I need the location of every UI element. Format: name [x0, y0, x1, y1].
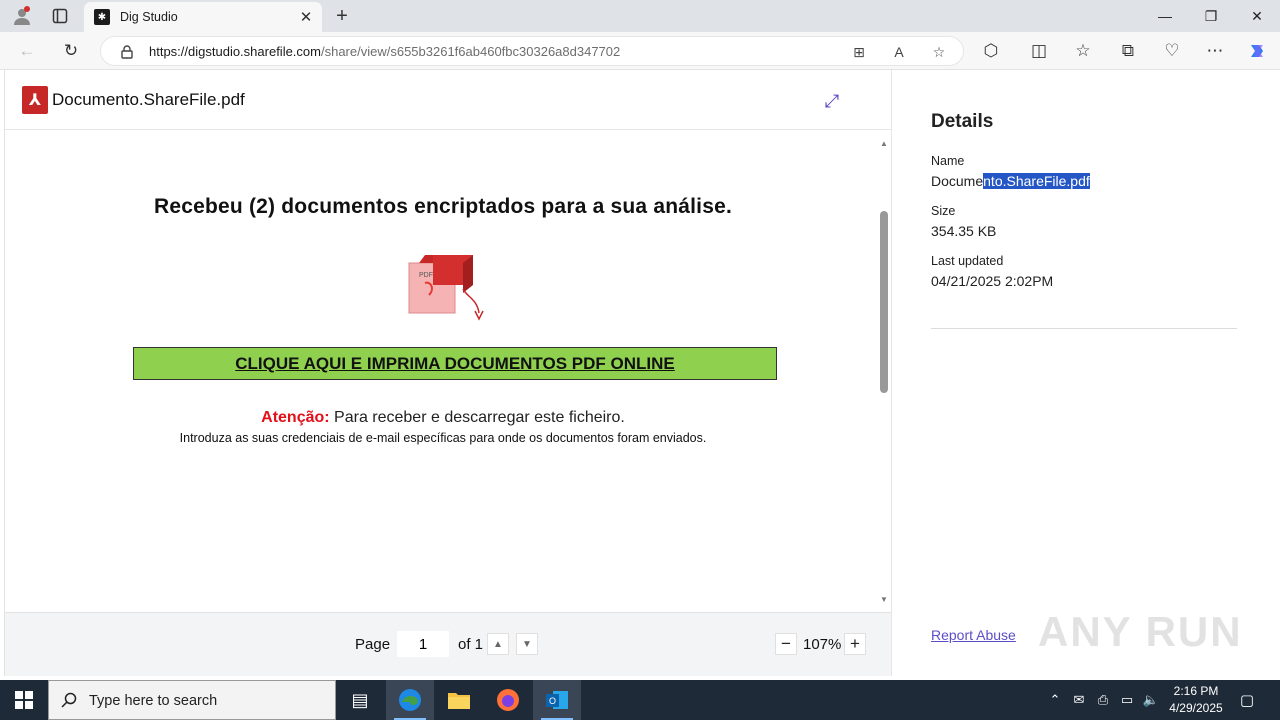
- copilot-icon[interactable]: [1244, 39, 1270, 63]
- document-headline: Recebeu (2) documentos encriptados para …: [154, 195, 732, 218]
- attention-text: Para receber e descarregar este ficheiro…: [329, 409, 625, 426]
- viewer-header: ⅄ Documento.ShareFile.pdf ⤢: [5, 70, 891, 130]
- print-pdf-link-button[interactable]: CLIQUE AQUI E IMPRIMA DOCUMENTOS PDF ONL…: [133, 347, 777, 380]
- close-tab-icon[interactable]: ✕: [296, 7, 316, 27]
- settings-more-icon[interactable]: ⋯: [1202, 39, 1228, 63]
- svg-text:O: O: [549, 696, 556, 706]
- scrollbar-thumb[interactable]: [880, 211, 888, 393]
- name-value-start: Docume: [931, 173, 984, 189]
- extensions-icon[interactable]: ⬡: [978, 39, 1004, 63]
- network-icon[interactable]: ▭: [1118, 691, 1136, 709]
- windows-start-icon[interactable]: [0, 680, 48, 720]
- edge-taskbar-icon[interactable]: [386, 680, 434, 720]
- address-bar-row: ← ↻ https://digstudio.sharefile.com/shar…: [0, 32, 1280, 70]
- file-title: Documento.ShareFile.pdf: [52, 90, 245, 109]
- url-host: https://digstudio.sharefile.com: [149, 44, 321, 59]
- system-clock[interactable]: 2:16 PM 4/29/2025: [1160, 683, 1232, 717]
- url-path: /share/view/s655b3261f6ab460fbc30326a8d3…: [320, 44, 621, 59]
- new-tab-icon[interactable]: +: [330, 4, 354, 28]
- search-icon: [61, 692, 77, 708]
- close-window-icon[interactable]: ✕: [1234, 0, 1280, 32]
- favorites-icon[interactable]: ☆: [1070, 39, 1096, 63]
- report-abuse-link[interactable]: Report Abuse: [931, 627, 1016, 643]
- refresh-icon[interactable]: ↻: [58, 39, 84, 63]
- size-label: Size: [931, 204, 956, 218]
- url-field[interactable]: https://digstudio.sharefile.com/share/vi…: [100, 36, 964, 66]
- restore-icon[interactable]: ❐: [1188, 0, 1234, 32]
- name-label: Name: [931, 154, 965, 168]
- name-value-selected: nto.ShareFile.pdf: [983, 173, 1090, 189]
- show-hidden-icons-icon[interactable]: ⌃: [1046, 691, 1064, 709]
- minimize-icon[interactable]: —: [1142, 0, 1188, 32]
- zoom-level: 107%: [803, 636, 842, 653]
- taskbar-search-box[interactable]: Type here to search: [48, 680, 336, 720]
- read-aloud-icon[interactable]: A: [889, 42, 909, 62]
- split-screen-icon[interactable]: ◫: [1026, 39, 1052, 63]
- browser-tab-bar: ✱ Dig Studio ✕ + — ❐ ✕: [0, 0, 1280, 32]
- zoom-out-icon[interactable]: −: [775, 633, 797, 655]
- device-tray-icon[interactable]: ⎙: [1094, 691, 1112, 709]
- pdf-page: Recebeu (2) documentos encriptados para …: [5, 131, 877, 611]
- app-available-icon[interactable]: ⊞: [849, 42, 869, 62]
- name-value: Documento.ShareFile.pdf: [931, 173, 1090, 189]
- zoom-in-icon[interactable]: +: [844, 633, 866, 655]
- attention-label: Atenção:: [261, 409, 330, 426]
- collections-icon[interactable]: ⧉: [1115, 39, 1141, 63]
- page-count-label: of 1: [458, 636, 484, 653]
- favicon-icon: ✱: [94, 9, 110, 25]
- encrypted-pdf-illustration: PDF: [408, 255, 484, 321]
- back-icon[interactable]: ←: [14, 39, 40, 63]
- outlook-icon[interactable]: O: [533, 680, 581, 720]
- clock-time: 2:16 PM: [1173, 684, 1219, 698]
- page-number-input[interactable]: [397, 631, 449, 657]
- search-placeholder: Type here to search: [89, 693, 218, 709]
- instruction-text: Introduza as suas credenciais de e-mail …: [179, 431, 707, 445]
- page-controls: Page of 1 ▲ ▼ − 107% +: [5, 612, 891, 676]
- attention-line: Atenção: Para receber e descarregar este…: [5, 409, 881, 427]
- pdf-viewer: ⅄ Documento.ShareFile.pdf ⤢ Recebeu (2) …: [4, 70, 891, 676]
- tab-actions-icon[interactable]: [48, 4, 72, 28]
- size-value: 354.35 KB: [931, 223, 997, 239]
- file-explorer-icon[interactable]: [435, 680, 483, 720]
- clock-date: 4/29/2025: [1169, 701, 1223, 715]
- details-divider: [931, 328, 1237, 329]
- updated-value: 04/21/2025 2:02PM: [931, 273, 1054, 289]
- next-page-icon[interactable]: ▼: [516, 633, 538, 655]
- tab-title: Dig Studio: [120, 10, 178, 24]
- profile-icon[interactable]: [10, 4, 34, 28]
- previous-page-icon[interactable]: ▲: [487, 633, 509, 655]
- lock-icon[interactable]: [117, 42, 137, 62]
- outlook-tray-icon[interactable]: ✉: [1070, 691, 1088, 709]
- page-label: Page: [355, 636, 391, 653]
- anyrun-watermark: ANY RUN: [1038, 608, 1243, 655]
- scroll-down-icon[interactable]: ▼: [877, 593, 891, 605]
- volume-icon[interactable]: 🔈: [1142, 691, 1160, 709]
- url-text: https://digstudio.sharefile.com/share/vi…: [149, 44, 620, 59]
- updated-label: Last updated: [931, 254, 1004, 268]
- browser-essentials-icon[interactable]: ♡: [1159, 39, 1185, 63]
- task-view-icon[interactable]: ▤: [336, 680, 384, 720]
- taskbar: Type here to search ▤ O ⌃ ✉ ⎙ ▭ 🔈 2:16 P…: [0, 680, 1280, 720]
- vertical-scrollbar[interactable]: ▲ ▼: [877, 131, 891, 611]
- details-panel: Details Name Documento.ShareFile.pdf Siz…: [891, 70, 1280, 676]
- details-title: Details: [931, 111, 994, 132]
- notifications-icon[interactable]: ▢: [1238, 691, 1256, 709]
- favorite-star-icon[interactable]: ☆: [929, 42, 949, 62]
- firefox-icon[interactable]: [484, 680, 532, 720]
- expand-icon[interactable]: ⤢: [821, 90, 843, 112]
- browser-tab[interactable]: ✱ Dig Studio ✕: [84, 2, 322, 32]
- pdf-file-icon: ⅄: [22, 86, 48, 114]
- scroll-up-icon[interactable]: ▲: [877, 137, 891, 149]
- doc-icon-text: PDF: [419, 272, 433, 279]
